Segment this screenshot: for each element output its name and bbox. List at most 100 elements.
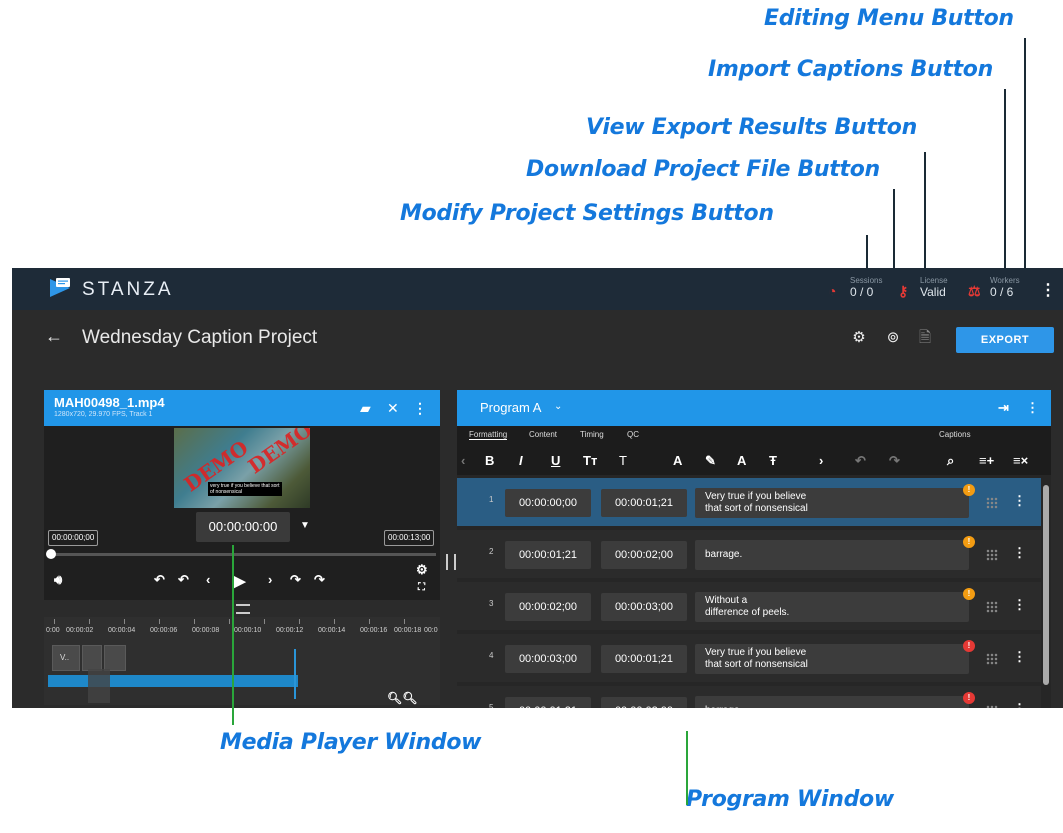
end-time-field[interactable]: 00:00:02;00 [601,697,687,708]
tab-qc[interactable]: QC [627,430,639,439]
chevron-down-icon[interactable]: ⌄ [554,401,562,412]
caption-list-scrollbar[interactable] [1043,485,1049,685]
drag-grid-icon[interactable] [986,601,998,613]
scrub-bar[interactable] [50,553,436,556]
end-time-field[interactable]: 00:00:01;21 [601,489,687,517]
workers-value: 0 / 6 [990,285,1014,299]
project-settings-gear-icon[interactable]: ⚙ [849,328,869,348]
next-frame-icon[interactable]: › [268,572,272,587]
caption-clip[interactable] [88,669,110,703]
row-menu-icon[interactable]: ⋮ [1013,493,1026,509]
media-menu-icon[interactable]: ⋮ [413,400,427,417]
error-icon[interactable]: ! [963,640,975,652]
export-button[interactable]: EXPORT [956,327,1054,353]
editing-menu-icon[interactable]: ⋮ [1026,400,1039,416]
media-header: MAH00498_1.mp4 1280x720, 29.970 FPS, Tra… [44,390,440,426]
chevron-down-icon[interactable]: ▼ [300,520,310,531]
warning-icon[interactable]: ! [963,484,975,496]
current-timecode[interactable]: 00:00:00:00 [196,512,290,542]
volume-icon[interactable]: 🔊︎ [54,572,62,588]
prev-frame-icon[interactable]: ‹ [206,572,210,587]
row-menu-icon[interactable]: ⋮ [1013,545,1026,561]
start-time-field[interactable]: 00:00:02;00 [505,593,591,621]
outline-text-icon[interactable]: A [737,453,746,468]
start-time-field[interactable]: 00:00:00;00 [505,489,591,517]
scroll-left-icon[interactable]: ‹ [461,453,465,468]
text-size-icon[interactable]: Tт [583,453,597,468]
text-style-icon[interactable]: Ŧ [769,453,777,468]
rewind-5-icon[interactable]: ↶ [178,572,189,588]
find-replace-icon[interactable]: ⌕ [947,453,954,469]
back-arrow-icon[interactable]: ← [45,326,63,347]
caption-text-field[interactable]: barrage. [695,540,969,570]
tab-content[interactable]: Content [529,430,557,439]
play-icon[interactable]: ▶ [234,572,246,590]
player-settings-icon[interactable]: ⚙ [416,562,428,578]
row-menu-icon[interactable]: ⋮ [1013,597,1026,613]
add-caption-icon[interactable]: ≡+ [979,453,994,468]
download-project-icon[interactable]: ⊚ [883,328,903,348]
tab-timing[interactable]: Timing [580,430,604,439]
end-time-field[interactable]: 00:00:01;21 [601,645,687,673]
program-name[interactable]: Program A [480,400,541,415]
warning-icon[interactable]: ! [963,536,975,548]
caption-row[interactable]: 2 00:00:01;21 00:00:02;00 barrage. ! ⋮ [457,530,1041,578]
forward-10-icon[interactable]: ↷ [314,572,325,588]
audio-waveform[interactable] [48,675,298,687]
caption-clip[interactable] [82,645,102,671]
error-icon[interactable]: ! [963,692,975,704]
caption-text-field[interactable]: Very true if you believe that sort of non… [695,644,969,674]
drag-grid-icon[interactable] [986,653,998,665]
row-menu-icon[interactable]: ⋮ [1013,701,1026,708]
drag-grid-icon[interactable] [986,549,998,561]
column-resize-handle[interactable] [446,554,456,570]
warning-icon[interactable]: ! [963,588,975,600]
caption-text-field[interactable]: Without a difference of peels. [695,592,969,622]
scroll-right-icon[interactable]: › [819,453,823,468]
redo-icon[interactable]: ↷ [889,453,900,469]
view-export-results-icon[interactable]: 🗎 [915,328,935,348]
underline-icon[interactable]: U [551,453,560,468]
tab-captions[interactable]: Captions [939,430,971,439]
clear-format-icon[interactable]: ≡× [1013,453,1028,468]
caption-row[interactable]: 1 00:00:00;00 00:00:01;21 Very true if y… [457,478,1041,526]
caption-row[interactable]: 3 00:00:02;00 00:00:03;00 Without a diffe… [457,582,1041,630]
drag-grid-icon[interactable] [986,705,998,708]
app-menu-icon[interactable]: ⋮ [1040,280,1056,300]
start-time-field[interactable]: 00:00:01;21 [505,697,591,708]
ruler-tick-label: 00:00:02 [66,627,94,634]
ruler-tick-label: 00:00:12 [276,627,304,634]
media-player-window: MAH00498_1.mp4 1280x720, 29.970 FPS, Tra… [44,390,440,600]
close-icon[interactable]: ✕ [387,400,399,417]
text-color-icon[interactable]: A [673,453,682,468]
caption-row[interactable]: 4 00:00:03;00 00:00:01;21 Very true if y… [457,634,1041,682]
tab-formatting[interactable]: Formatting [469,430,508,440]
caption-clip[interactable] [104,645,126,671]
drag-grid-icon[interactable] [986,497,998,509]
undo-icon[interactable]: ↶ [855,453,866,469]
playhead-marker[interactable] [294,649,296,699]
zoom-icons[interactable]: 🔍︎🔍︎ [387,691,417,705]
fullscreen-icon[interactable]: ⛶ [418,582,425,593]
panel-resize-handle[interactable] [236,604,250,614]
font-icon[interactable]: T [619,453,627,468]
end-time-field[interactable]: 00:00:02;00 [601,541,687,569]
brand-name: STANZA [82,279,174,300]
bold-icon[interactable]: B [485,453,494,468]
forward-5-icon[interactable]: ↷ [290,572,301,588]
sessions-stat: ◔ Sessions 0 / 0 [828,276,888,304]
row-menu-icon[interactable]: ⋮ [1013,649,1026,665]
caption-row[interactable]: 5 00:00:01;21 00:00:02;00 barrage. ! ⋮ [457,686,1041,708]
caption-text-field[interactable]: barrage. [695,696,969,708]
highlight-icon[interactable]: ✎ [705,453,716,469]
rewind-10-icon[interactable]: ↶ [154,572,165,588]
italic-icon[interactable]: I [519,453,523,468]
folder-icon[interactable]: ▰ [360,400,371,417]
scrub-handle[interactable] [46,549,56,559]
end-time-field[interactable]: 00:00:03;00 [601,593,687,621]
caption-text-field[interactable]: Very true if you believe that sort of non… [695,488,969,518]
row-number: 5 [489,703,494,708]
import-captions-icon[interactable]: ⇥ [998,400,1009,416]
start-time-field[interactable]: 00:00:03;00 [505,645,591,673]
start-time-field[interactable]: 00:00:01;21 [505,541,591,569]
